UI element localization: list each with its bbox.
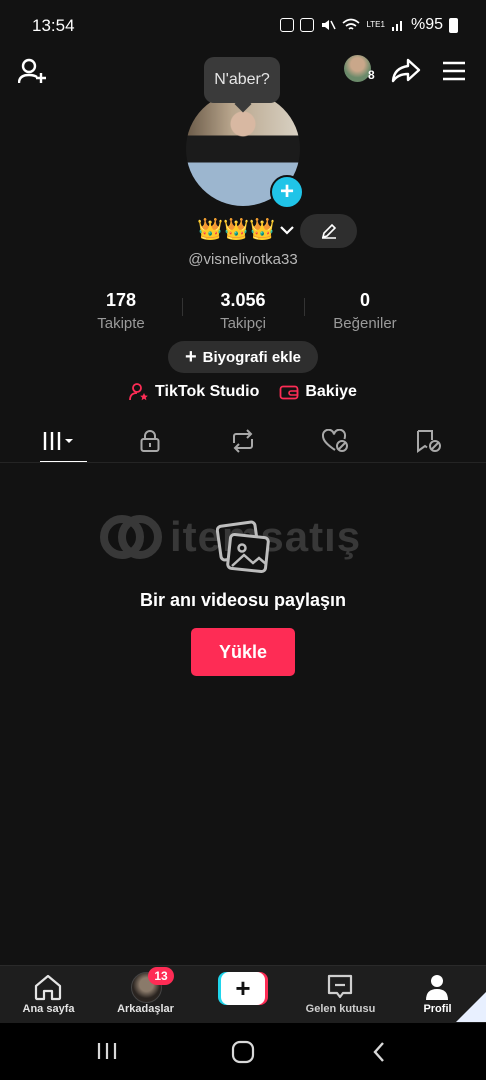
nav-friends-label: Arkadaşlar (117, 1003, 174, 1015)
share-profile-button[interactable] (390, 56, 422, 86)
heart-hidden-icon (322, 429, 348, 452)
grid-icon (43, 432, 73, 450)
repost-icon (233, 429, 253, 453)
status-bubble[interactable]: N'aber? (204, 57, 280, 103)
watermark-logo-icon (100, 515, 162, 559)
tab-private[interactable] (110, 421, 190, 461)
stat-label: Takipte (97, 315, 145, 332)
battery-percent: %95 (410, 16, 443, 33)
recent-apps-button[interactable] (92, 1039, 122, 1063)
friends-avatar-button[interactable]: 8 (344, 55, 380, 85)
content-tabs (17, 421, 469, 463)
pencil-icon (321, 223, 336, 239)
tiktok-studio-label: TikTok Studio (155, 383, 260, 400)
corner-indicator-icon (456, 992, 486, 1022)
stat-value: 3.056 (220, 290, 266, 310)
hamburger-icon (443, 61, 465, 81)
stat-value: 178 (105, 290, 137, 310)
wifi-icon (342, 18, 360, 30)
menu-button[interactable] (440, 58, 468, 84)
add-photo-button[interactable]: + (270, 175, 304, 209)
stat-label: Takipçi (220, 315, 266, 332)
edit-profile-button[interactable] (300, 214, 357, 248)
tabs-divider (0, 462, 486, 463)
back-chevron-icon (373, 1042, 384, 1062)
nav-inbox[interactable]: Gelen kutusu (292, 966, 389, 1024)
friends-badge: 13 (148, 967, 174, 985)
home-circle-icon (231, 1040, 255, 1064)
nav-home-label: Ana sayfa (22, 1003, 75, 1015)
friends-avatar (344, 55, 371, 82)
wallet-icon (279, 385, 299, 400)
notification-icon (280, 18, 295, 32)
chevron-down-icon (280, 226, 295, 235)
back-button[interactable] (368, 1039, 392, 1065)
system-nav-bar (0, 1023, 486, 1080)
signal-icon (391, 21, 402, 31)
creator-icon (129, 383, 148, 401)
nav-home[interactable]: Ana sayfa (0, 966, 97, 1024)
home-system-button[interactable] (229, 1039, 257, 1065)
nav-inbox-label: Gelen kutusu (305, 1003, 376, 1015)
plus-icon: + (184, 346, 197, 368)
stat-following[interactable]: 178 Takipte (60, 290, 182, 332)
create-button[interactable]: + (218, 972, 268, 1005)
display-name[interactable]: 👑👑👑 (197, 218, 295, 242)
add-user-icon (18, 58, 46, 84)
upload-button[interactable]: Yükle (191, 628, 295, 676)
share-icon (391, 58, 421, 83)
stat-label: Beğeniler (333, 315, 397, 332)
bookmark-hidden-icon (417, 430, 441, 453)
tiktok-studio-link[interactable]: TikTok Studio (129, 383, 259, 401)
tab-reposts[interactable] (203, 421, 283, 461)
add-friend-button[interactable] (17, 56, 49, 86)
username: @visnelivotka33 (188, 251, 298, 268)
plus-icon: + (279, 178, 294, 205)
app-notification-icon (300, 18, 315, 32)
balance-label: Bakiye (305, 383, 357, 400)
home-icon (34, 974, 62, 1001)
empty-state-title: Bir anı videosu paylaşın (139, 590, 347, 610)
status-time: 13:54 (32, 16, 75, 35)
stat-followers[interactable]: 3.056 Takipçi (182, 290, 304, 332)
lock-icon (140, 430, 160, 452)
tab-liked[interactable] (296, 421, 376, 461)
mute-icon (322, 20, 337, 30)
balance-link[interactable]: Bakiye (279, 383, 357, 401)
recents-icon (97, 1043, 117, 1059)
create-plus-icon: + (221, 972, 265, 1005)
profile-icon (426, 975, 448, 1000)
stat-value: 0 (359, 290, 370, 310)
bottom-nav: Ana sayfa 13 Arkadaşlar + Gelen kutusu P… (0, 965, 486, 1024)
tab-favorites[interactable] (389, 421, 469, 461)
photo-stack-icon (215, 520, 270, 581)
friends-count: 8 (368, 68, 375, 82)
status-icons: LTE1 %95 (280, 16, 458, 34)
profile-stats: 178 Takipte 3.056 Takipçi 0 Beğeniler (60, 290, 426, 332)
add-bio-button[interactable]: + Biyografi ekle (168, 341, 318, 373)
add-bio-label: Biyografi ekle (202, 348, 302, 366)
nav-friends[interactable]: 13 Arkadaşlar (97, 966, 194, 1024)
stat-likes[interactable]: 0 Beğeniler (304, 290, 426, 332)
profile-links: TikTok Studio Bakiye (0, 383, 486, 401)
network-label: LTE1 (366, 20, 385, 29)
tab-videos[interactable] (17, 421, 97, 463)
inbox-icon (327, 974, 353, 999)
battery-icon (449, 17, 458, 33)
name-emoji: 👑👑👑 (197, 218, 276, 241)
